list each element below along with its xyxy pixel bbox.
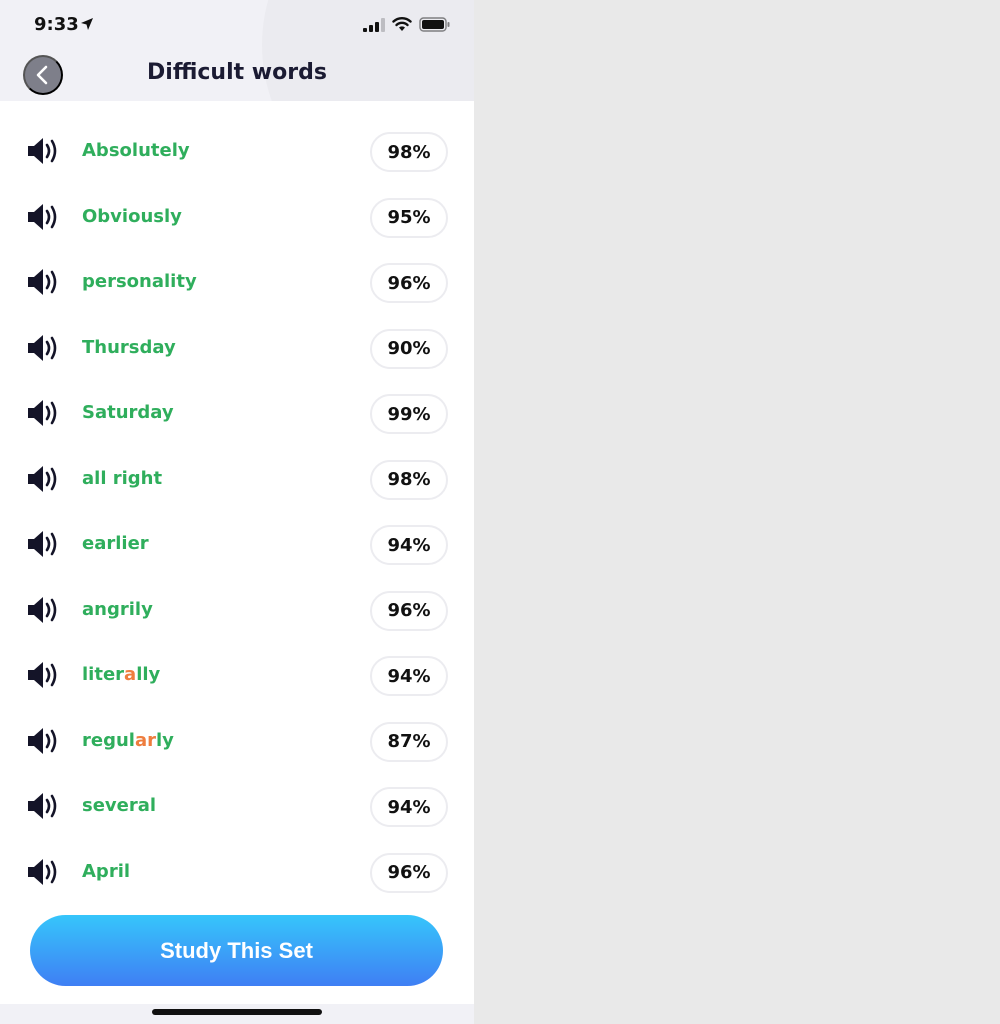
word-row[interactable]: regularly 87% bbox=[0, 710, 474, 774]
word-part: several bbox=[82, 795, 157, 816]
word-label: personality bbox=[82, 271, 197, 292]
score-badge: 87% bbox=[370, 721, 448, 762]
score-badge: 96% bbox=[370, 263, 448, 303]
word-row[interactable]: Thursday 90% bbox=[0, 317, 474, 381]
speaker-icon[interactable] bbox=[27, 660, 61, 690]
word-part: Obviously bbox=[82, 205, 182, 227]
speaker-icon[interactable] bbox=[27, 136, 61, 166]
word-part: earlier bbox=[82, 533, 149, 554]
word-label: all right bbox=[82, 468, 162, 489]
score-badge: 95% bbox=[370, 197, 448, 238]
word-row[interactable]: earlier 94% bbox=[0, 513, 474, 577]
page-title: Difficult words bbox=[147, 60, 327, 85]
word-row[interactable]: Saturday 99% bbox=[0, 382, 474, 446]
phone-screen: 9:33 Difficult words Absolutely 98% Obviou… bbox=[0, 0, 474, 1024]
speaker-icon[interactable] bbox=[27, 857, 61, 887]
score-badge: 98% bbox=[370, 459, 448, 500]
word-row[interactable]: April 96% bbox=[0, 841, 474, 905]
score-badge: 99% bbox=[370, 394, 448, 434]
word-part: lly bbox=[136, 664, 161, 685]
score-badge: 90% bbox=[370, 328, 448, 369]
speaker-icon[interactable] bbox=[27, 529, 61, 559]
word-part: angrily bbox=[82, 598, 153, 620]
home-indicator bbox=[152, 1009, 322, 1015]
word-label: Saturday bbox=[82, 402, 174, 423]
word-part: Saturday bbox=[82, 402, 174, 423]
word-part: regul bbox=[82, 729, 135, 751]
score-badge: 94% bbox=[370, 656, 448, 696]
word-part: personality bbox=[82, 271, 197, 292]
word-part: liter bbox=[82, 664, 125, 685]
word-label: Absolutely bbox=[82, 140, 190, 161]
speaker-icon[interactable] bbox=[27, 791, 61, 821]
speaker-icon[interactable] bbox=[27, 398, 61, 428]
speaker-icon[interactable] bbox=[27, 202, 61, 232]
score-badge: 98% bbox=[370, 132, 448, 172]
word-row[interactable]: angrily 96% bbox=[0, 579, 474, 643]
speaker-icon[interactable] bbox=[27, 333, 61, 363]
location-arrow-icon bbox=[81, 18, 93, 30]
word-label: April bbox=[82, 861, 130, 882]
score-badge: 96% bbox=[370, 852, 448, 893]
word-label: regularly bbox=[82, 730, 174, 751]
speaker-icon[interactable] bbox=[27, 464, 61, 494]
word-row[interactable]: personality 96% bbox=[0, 251, 474, 315]
word-row[interactable]: all right 98% bbox=[0, 448, 474, 512]
battery-icon bbox=[419, 17, 450, 32]
score-badge: 94% bbox=[370, 525, 448, 565]
speaker-icon[interactable] bbox=[27, 726, 61, 756]
status-time: 9:33 bbox=[34, 14, 79, 35]
word-part: ly bbox=[156, 729, 174, 751]
word-part: April bbox=[82, 860, 131, 882]
word-label: several bbox=[82, 795, 156, 816]
word-part: all right bbox=[82, 467, 163, 489]
word-part: Thursday bbox=[82, 336, 176, 358]
word-label: angrily bbox=[82, 599, 153, 620]
word-label: literally bbox=[82, 664, 160, 685]
word-row[interactable]: Obviously 95% bbox=[0, 186, 474, 250]
word-part: Absolutely bbox=[82, 140, 190, 161]
speaker-icon[interactable] bbox=[27, 595, 61, 625]
score-badge: 94% bbox=[370, 787, 448, 827]
word-label: Obviously bbox=[82, 206, 182, 227]
word-row[interactable]: several 94% bbox=[0, 775, 474, 839]
word-row[interactable]: Absolutely 98% bbox=[0, 120, 474, 184]
empty-background-panel bbox=[474, 0, 1000, 1024]
word-highlight: a bbox=[124, 664, 137, 685]
word-row[interactable]: literally 94% bbox=[0, 644, 474, 708]
signal-icon bbox=[363, 18, 385, 32]
word-label: earlier bbox=[82, 533, 149, 554]
wifi-icon bbox=[392, 17, 412, 31]
status-bar: 9:33 bbox=[0, 0, 474, 50]
score-badge: 96% bbox=[370, 590, 448, 631]
word-label: Thursday bbox=[82, 337, 176, 358]
study-this-set-button[interactable]: Study This Set bbox=[30, 915, 443, 986]
speaker-icon[interactable] bbox=[27, 267, 61, 297]
word-highlight: ar bbox=[134, 729, 156, 751]
